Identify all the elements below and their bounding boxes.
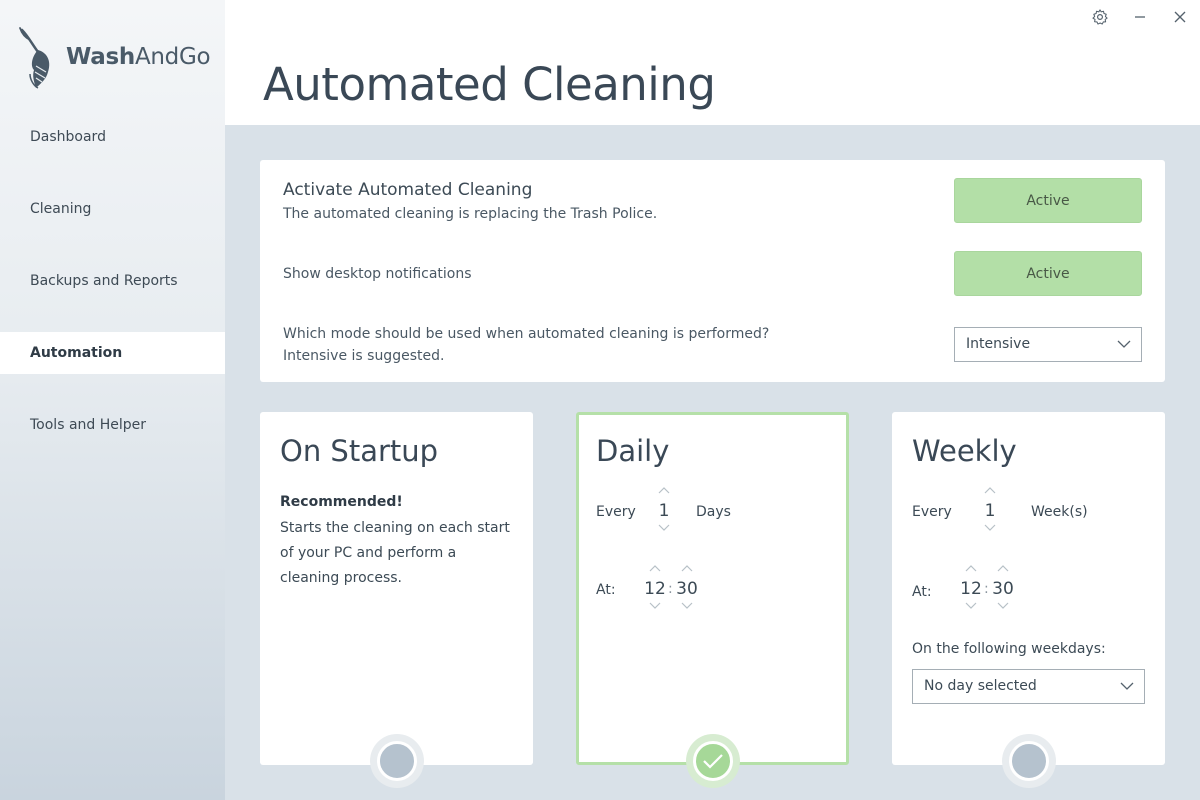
weekly-every-label: Every [912, 504, 952, 520]
page-header: Automated Cleaning [225, 0, 1200, 125]
app-logo: WashAndGo [18, 26, 218, 90]
broom-logo-icon [19, 27, 50, 89]
cleaning-mode-value: Intensive [966, 336, 1031, 352]
chevron-up-icon[interactable] [997, 564, 1009, 572]
activate-automated-cleaning-toggle[interactable]: Active [954, 178, 1142, 223]
desktop-notifications-toggle[interactable]: Active [954, 251, 1142, 296]
daily-interval-value[interactable]: 1 [649, 501, 679, 521]
cleaning-mode-dropdown[interactable]: Intensive [954, 327, 1142, 362]
radio-unchecked-icon [376, 741, 417, 781]
weekly-unit-label: Week(s) [1031, 504, 1088, 520]
chevron-up-icon[interactable] [965, 564, 977, 572]
chevron-up-icon[interactable] [649, 564, 661, 572]
weekly-title: Weekly [912, 434, 1017, 468]
weekly-hour-value[interactable]: 12 [956, 579, 986, 599]
settings-button[interactable] [1089, 6, 1111, 28]
chevron-down-icon[interactable] [965, 602, 977, 610]
sidebar-item-dashboard[interactable]: Dashboard [0, 116, 225, 158]
mode-question: Which mode should be used when automated… [283, 326, 770, 342]
weekdays-label: On the following weekdays: [912, 641, 1106, 657]
recommended-label: Recommended! [280, 494, 403, 510]
weekly-interval-value[interactable]: 1 [975, 501, 1005, 521]
on-startup-description: Starts the cleaning on each start of you… [280, 520, 510, 586]
chevron-down-icon[interactable] [658, 524, 670, 532]
daily-minute-value[interactable]: 30 [672, 579, 702, 599]
sidebar-item-cleaning[interactable]: Cleaning [0, 188, 225, 230]
activate-description: The automated cleaning is replacing the … [283, 206, 658, 222]
chevron-down-icon[interactable] [649, 602, 661, 610]
sidebar-item-tools-and-helper[interactable]: Tools and Helper [0, 404, 225, 446]
automation-settings-card: Activate Automated Cleaning The automate… [260, 160, 1165, 382]
sidebar: WashAndGo Dashboard Cleaning Backups and… [0, 0, 225, 800]
weekly-card[interactable]: Weekly Every 1 Week(s) At: 12 : 30 On th… [892, 412, 1165, 788]
sidebar-item-automation[interactable]: Automation [0, 332, 225, 374]
daily-title: Daily [596, 434, 670, 468]
page-title: Automated Cleaning [263, 58, 716, 111]
radio-checked [692, 741, 733, 781]
logo-text: WashAndGo [66, 44, 211, 70]
chevron-down-icon[interactable] [681, 602, 693, 610]
on-startup-title: On Startup [280, 434, 439, 468]
close-button[interactable] [1169, 6, 1191, 28]
chevron-down-icon [1120, 682, 1134, 690]
weekly-radio[interactable] [1001, 734, 1056, 788]
daily-card[interactable]: Daily Every 1 Days At: 12 : 30 [576, 412, 849, 788]
minimize-button[interactable] [1129, 6, 1151, 28]
daily-unit-label: Days [696, 504, 731, 520]
daily-hour-value[interactable]: 12 [640, 579, 670, 599]
daily-every-label: Every [596, 504, 636, 520]
activate-title: Activate Automated Cleaning [283, 180, 533, 200]
notifications-label: Show desktop notifications [283, 266, 472, 282]
daily-at-label: At: [596, 582, 616, 598]
weekly-at-label: At: [912, 584, 932, 600]
checkmark-icon [702, 754, 723, 769]
chevron-up-icon[interactable] [658, 486, 670, 494]
weekdays-dropdown[interactable]: No day selected [912, 669, 1145, 704]
weekdays-value: No day selected [924, 678, 1037, 694]
weekly-minute-value[interactable]: 30 [988, 579, 1018, 599]
chevron-up-icon[interactable] [681, 564, 693, 572]
chevron-down-icon [1117, 340, 1131, 348]
on-startup-radio[interactable] [369, 734, 424, 788]
mode-hint: Intensive is suggested. [283, 348, 445, 364]
on-startup-card[interactable]: On Startup Recommended! Starts the clean… [260, 412, 533, 788]
radio-unchecked-icon [1008, 741, 1049, 781]
minimize-icon [1135, 16, 1145, 18]
chevron-down-icon[interactable] [997, 602, 1009, 610]
chevron-down-icon[interactable] [984, 524, 996, 532]
sidebar-item-backups-and-reports[interactable]: Backups and Reports [0, 260, 225, 302]
gear-icon [1092, 9, 1108, 25]
close-icon [1174, 11, 1186, 23]
chevron-up-icon[interactable] [984, 486, 996, 494]
daily-radio[interactable] [685, 734, 740, 788]
